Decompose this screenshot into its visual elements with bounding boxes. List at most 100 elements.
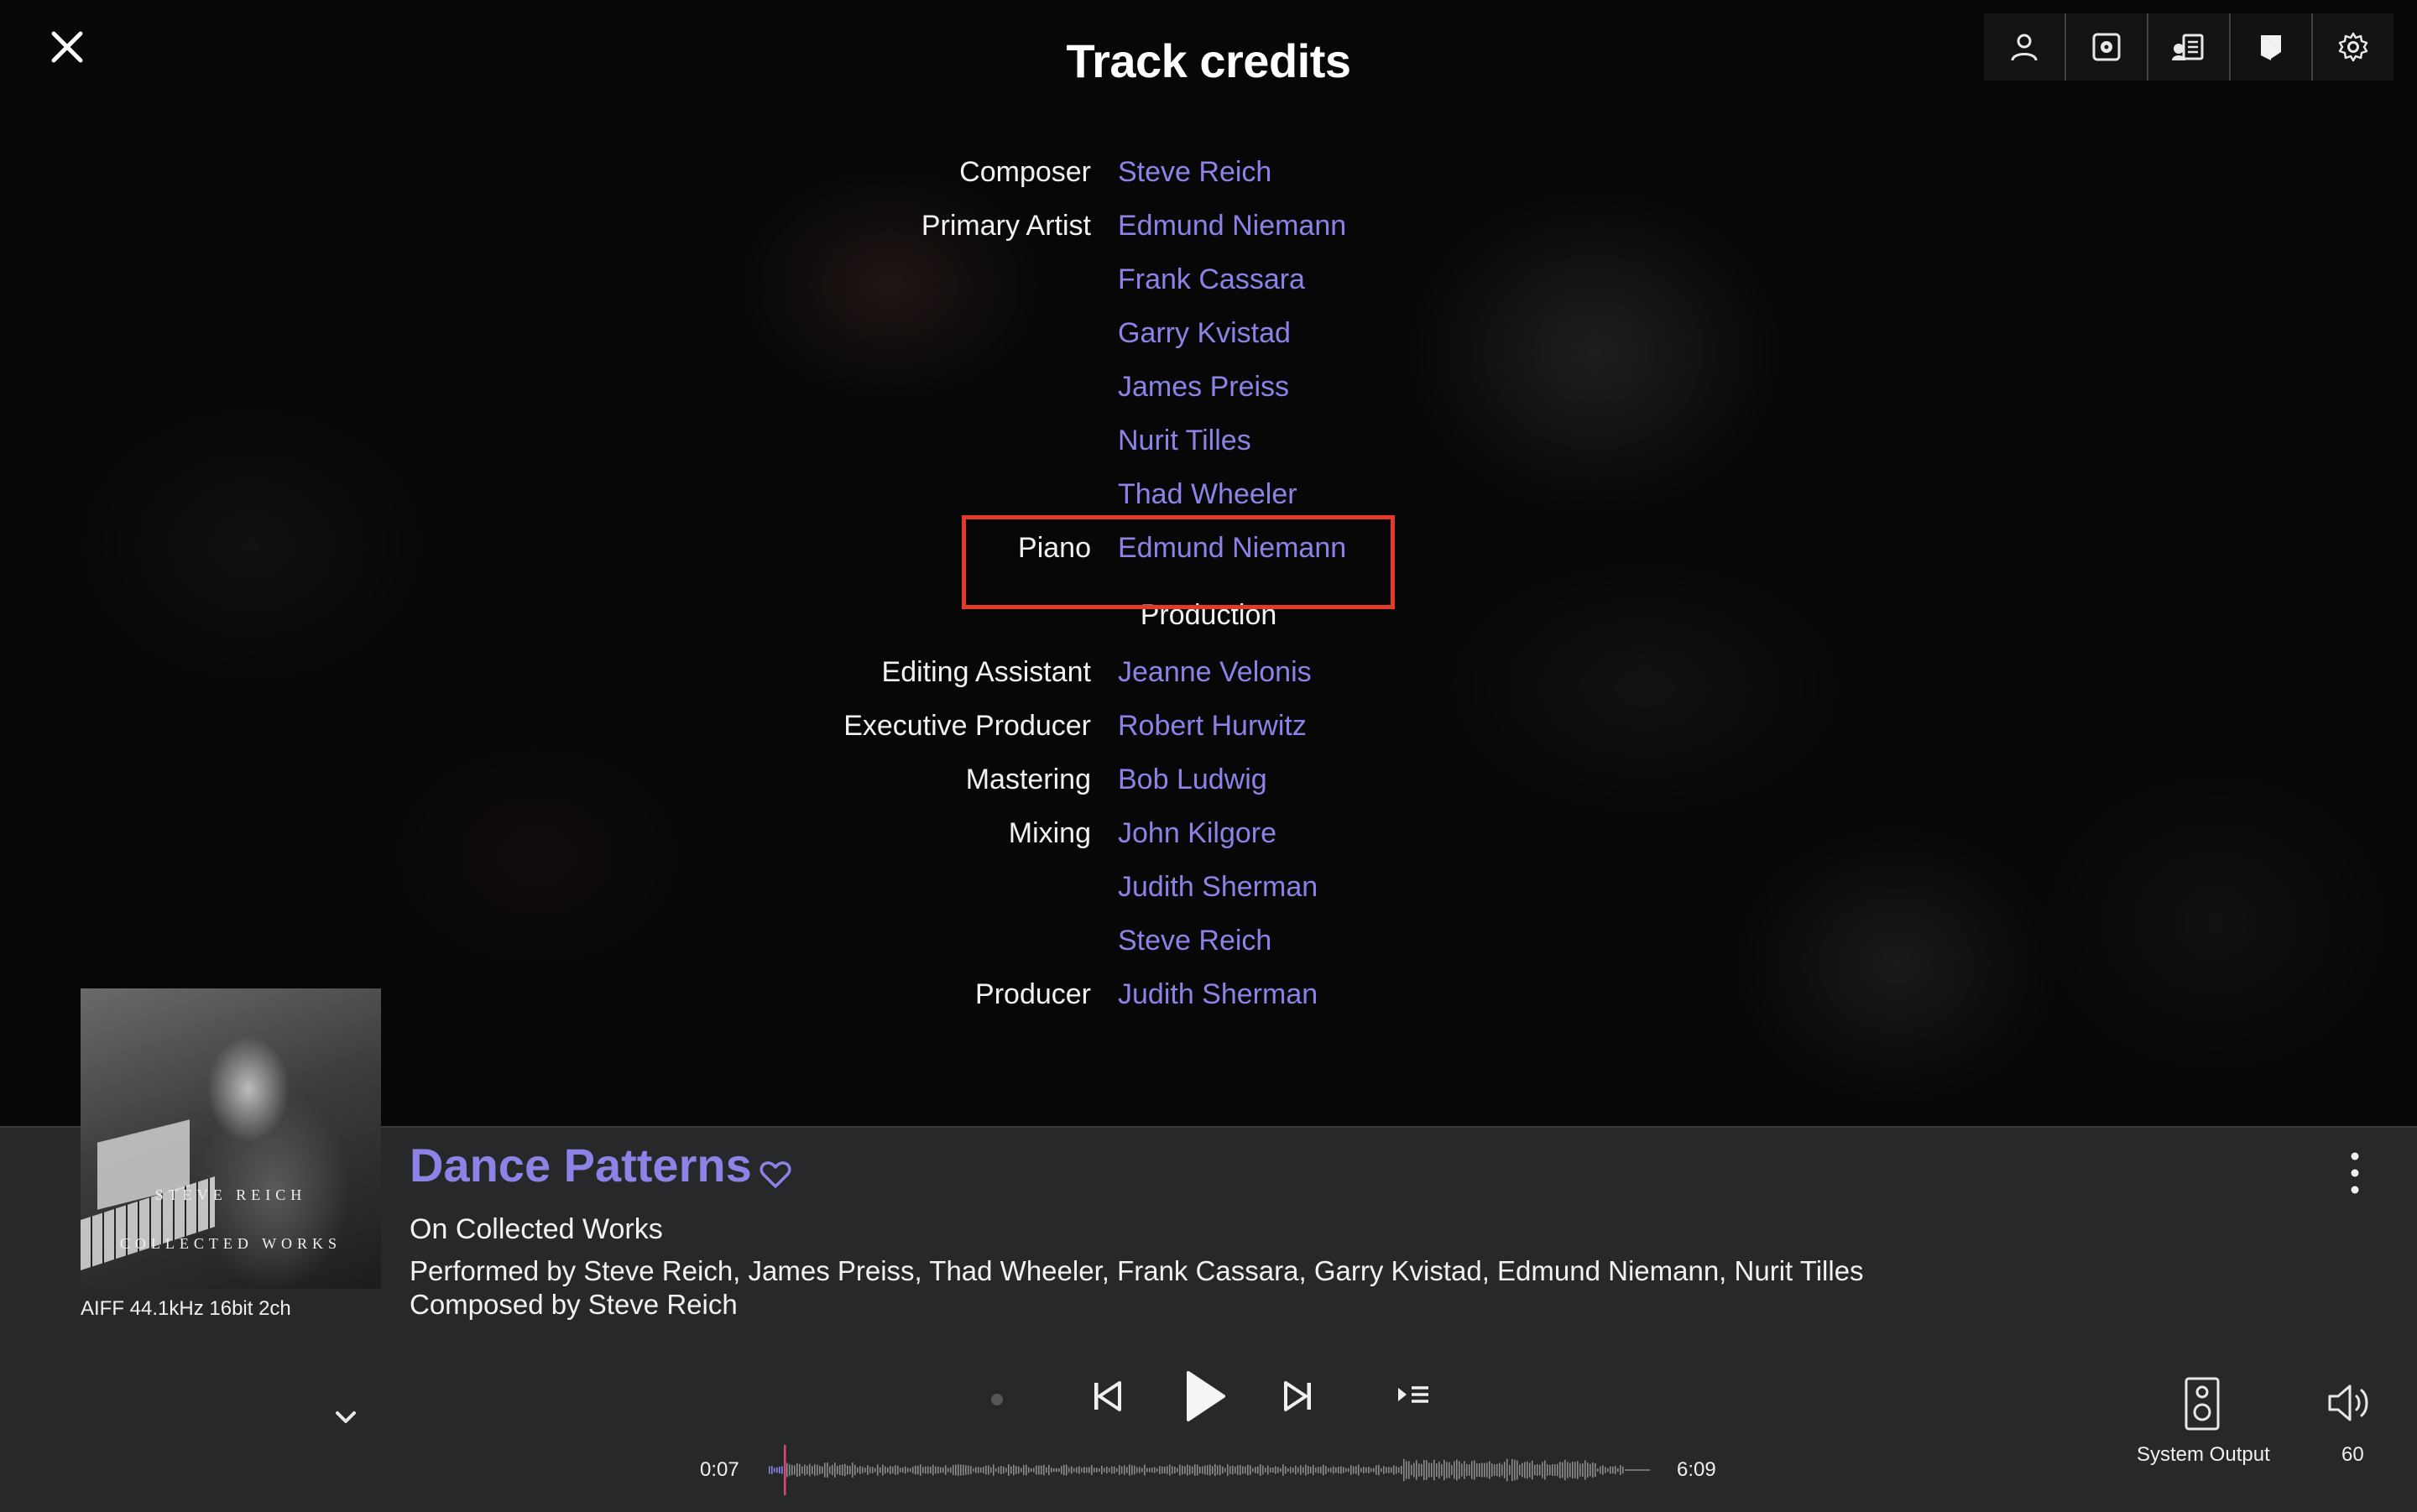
waveform-bar (1194, 1464, 1196, 1476)
waveform-bar (1552, 1463, 1553, 1477)
waveform-bar (1428, 1462, 1430, 1478)
track-title[interactable]: Dance Patterns (410, 1138, 752, 1192)
waveform-bar (942, 1467, 944, 1473)
volume-icon (2328, 1384, 2368, 1421)
waveform-bar (1265, 1468, 1266, 1473)
waveform-bar (1240, 1465, 1241, 1475)
waveform-bar (1071, 1466, 1073, 1474)
favorite-button[interactable] (757, 1156, 794, 1193)
waveform-bar (1318, 1467, 1319, 1473)
waveform-bar (927, 1466, 929, 1474)
volume-button[interactable] (2325, 1379, 2378, 1426)
waveform-bar (1496, 1463, 1498, 1477)
more-options-button[interactable] (2338, 1150, 2372, 1197)
cover-album-text: COLLECTED WORKS (119, 1235, 342, 1252)
credit-name-link[interactable]: Garry Kvistad (1118, 317, 1291, 350)
waveform-bar (1277, 1467, 1279, 1473)
waveform-bar (945, 1465, 947, 1475)
waveform-bar (1083, 1467, 1085, 1473)
credit-name-link[interactable]: Nurit Tilles (1118, 425, 1251, 457)
waveform-bar (1597, 1468, 1599, 1473)
waveform-bar (1038, 1465, 1040, 1475)
credit-name-link[interactable]: Jeanne Velonis (1118, 656, 1312, 689)
waveform-bar (1096, 1468, 1098, 1473)
waveform-bar (1433, 1459, 1435, 1481)
waveform-bar (1476, 1463, 1478, 1477)
waveform-bar (1202, 1466, 1203, 1474)
waveform-bar (1212, 1466, 1214, 1474)
credit-name-link[interactable]: Steve Reich (1118, 156, 1271, 189)
waveform-bar (1547, 1464, 1548, 1476)
credit-name-link[interactable]: Judith Sherman (1118, 978, 1318, 1011)
waveform-bar (1275, 1466, 1276, 1474)
credit-name-link[interactable]: Steve Reich (1118, 925, 1271, 957)
waveform-bar (1554, 1464, 1556, 1476)
waveform-bar (779, 1466, 780, 1474)
settings-button[interactable] (2313, 13, 2394, 81)
waveform-bar (1438, 1461, 1440, 1479)
waveform-bar (1592, 1462, 1594, 1478)
waveform-bar (1348, 1468, 1349, 1473)
play-button[interactable] (1177, 1366, 1230, 1426)
credit-name-link[interactable]: John Kilgore (1118, 817, 1276, 850)
waveform-bar (1529, 1462, 1531, 1478)
waveform-bar (1383, 1466, 1385, 1474)
shuffle-button[interactable] (984, 1386, 1010, 1413)
album-cover[interactable]: STEVE REICH COLLECTED WORKS (81, 988, 381, 1289)
credit-name-link[interactable]: Thad Wheeler (1118, 478, 1297, 511)
waveform-bar (1056, 1468, 1057, 1473)
previous-button[interactable] (1086, 1374, 1130, 1418)
waveform-bar (1313, 1464, 1314, 1476)
playhead[interactable] (783, 1445, 786, 1495)
waveform-bar (812, 1466, 813, 1474)
waveform-bar (1053, 1468, 1055, 1473)
waveform-bar (1159, 1465, 1161, 1475)
waveform-bar (1355, 1466, 1357, 1474)
waveform-bar (1368, 1467, 1370, 1473)
album-view-button[interactable] (2066, 13, 2148, 81)
waveform-bar (864, 1468, 866, 1473)
waveform-bar (1229, 1466, 1231, 1474)
credit-name-link[interactable]: Edmund Niemann (1118, 210, 1346, 242)
waveform-bar (895, 1465, 896, 1475)
waveform-bar (1479, 1463, 1480, 1477)
credit-name-link[interactable]: Frank Cassara (1118, 263, 1305, 296)
credits-view-button[interactable] (2231, 13, 2313, 81)
waveform-bar (1489, 1461, 1490, 1479)
waveform-bar (809, 1463, 811, 1477)
waveform-bar (1600, 1466, 1601, 1474)
waveform-bar (817, 1464, 818, 1476)
waveform-bar (801, 1466, 803, 1474)
waveform-bar (1101, 1465, 1103, 1475)
album-link[interactable]: Collected Works (456, 1213, 663, 1245)
waveform-bar (769, 1466, 770, 1474)
waveform-bar (1285, 1466, 1287, 1474)
waveform-bar (1282, 1464, 1284, 1476)
waveform-bar (1272, 1467, 1274, 1473)
credit-name-link[interactable]: James Preiss (1118, 371, 1289, 404)
credit-name-link[interactable]: Bob Ludwig (1118, 764, 1267, 796)
credit-name-link[interactable]: Robert Hurwitz (1118, 710, 1307, 743)
waveform-bar (771, 1466, 773, 1474)
waveform-bar (1048, 1464, 1050, 1476)
waveform-bar (1073, 1468, 1075, 1473)
credit-row: Mixing John Kilgore (0, 812, 2417, 866)
next-button[interactable] (1276, 1374, 1319, 1418)
previous-icon (1094, 1381, 1121, 1411)
output-device-button[interactable] (2182, 1376, 2222, 1431)
credit-name-link[interactable]: Judith Sherman (1118, 871, 1318, 904)
queue-mode-button[interactable] (1393, 1376, 1433, 1416)
queue-view-button[interactable] (2148, 13, 2231, 81)
waveform-bar (1066, 1464, 1068, 1476)
waveform-bar (1615, 1466, 1616, 1474)
waveform-bar (1187, 1464, 1188, 1476)
collapse-button[interactable] (329, 1401, 363, 1435)
waveform-bar (1172, 1466, 1173, 1474)
waveform-bar (1323, 1464, 1324, 1476)
waveform-bar (1237, 1465, 1239, 1475)
composed-by: Composed by Steve Reich (410, 1289, 738, 1320)
waveform-bar (1456, 1459, 1458, 1481)
album-line: On Collected Works (410, 1213, 663, 1246)
waveform-seekbar[interactable] (767, 1445, 1650, 1495)
artist-view-button[interactable] (1984, 13, 2066, 81)
